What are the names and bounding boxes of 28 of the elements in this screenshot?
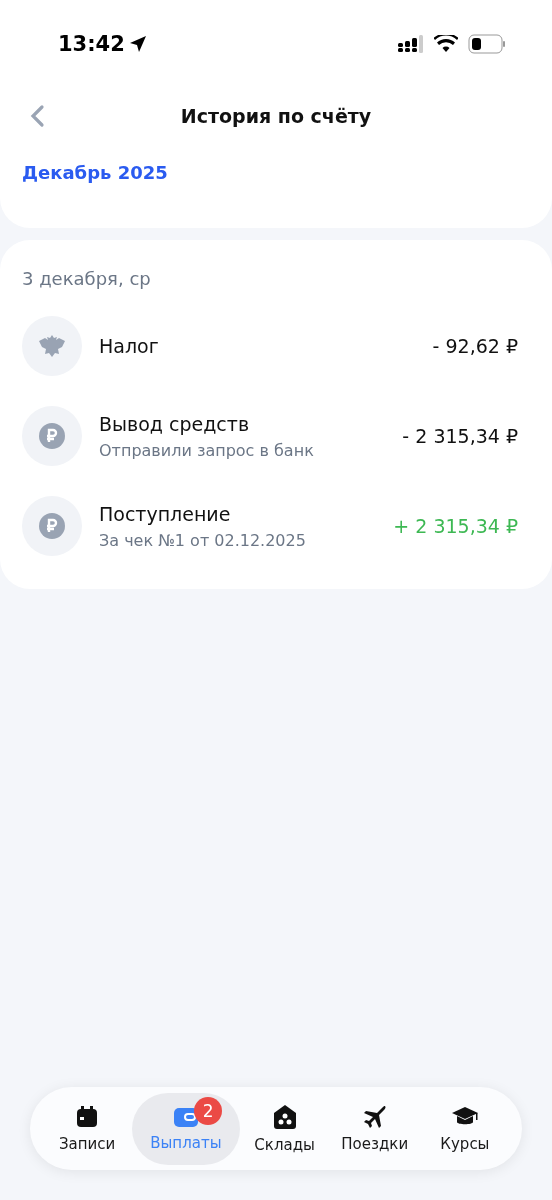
date-heading: 3 декабря, ср [22, 268, 152, 289]
tab[interactable]: Поездки [329, 1092, 420, 1165]
wallet-icon [172, 1105, 199, 1128]
transaction-subtitle: Отправили запрос в банк [99, 440, 315, 460]
month-label: Декабрь 2025 [22, 162, 168, 183]
calendar-icon [75, 1104, 100, 1129]
wifi-icon [434, 35, 458, 53]
screen-title: История по счёту [180, 105, 372, 127]
notification-badge: 2 [194, 1096, 223, 1125]
ruble-icon [39, 423, 65, 449]
transaction-title: Поступление [99, 502, 232, 525]
ruble-icon [39, 513, 65, 539]
transaction-amount: + 2 315,34 ₽ [393, 515, 518, 537]
location-arrow-icon [128, 35, 147, 53]
signal-icon [398, 35, 424, 53]
transaction-title: Вывод средств [99, 412, 251, 435]
status-time: 13:42 [58, 32, 125, 56]
tab[interactable]: Курсы [419, 1092, 510, 1165]
transaction-subtitle: За чек №1 от 02.12.2025 [99, 530, 307, 550]
plane-icon [362, 1104, 387, 1129]
tab[interactable]: Склады [239, 1092, 330, 1165]
house-icon [272, 1103, 297, 1130]
transaction-title: Налог [99, 335, 160, 357]
transaction-amount: - 92,62 ₽ [432, 335, 518, 357]
tab[interactable]: Выплаты 2 [132, 1092, 240, 1165]
battery-icon [468, 34, 506, 54]
tab[interactable]: Записи [42, 1092, 133, 1165]
transaction-amount: - 2 315,34 ₽ [402, 425, 518, 447]
